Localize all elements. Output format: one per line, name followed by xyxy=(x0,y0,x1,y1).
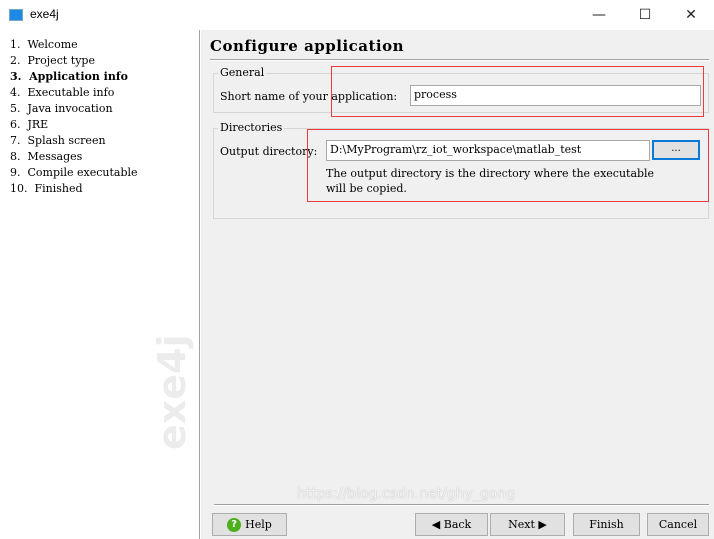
back-label: Back xyxy=(443,518,472,531)
step-jre[interactable]: 6. JRE xyxy=(10,118,48,131)
cancel-button[interactable]: Cancel xyxy=(647,513,709,536)
step-splash-screen[interactable]: 7. Splash screen xyxy=(10,134,106,147)
next-label: Next xyxy=(508,518,535,531)
step-executable-info[interactable]: 4. Executable info xyxy=(10,86,114,99)
page-title: Configure application xyxy=(210,37,405,55)
back-button[interactable]: ◀ Back xyxy=(415,513,488,536)
help-button[interactable]: ? Help xyxy=(212,513,287,536)
next-arrow-icon: ▶ xyxy=(534,518,547,531)
highlight-box-directories xyxy=(307,129,709,202)
next-button[interactable]: Next ▶ xyxy=(490,513,565,536)
title-divider xyxy=(210,59,709,61)
minimize-button[interactable]: — xyxy=(576,0,622,30)
title-bar: exe4j — ☐ ✕ xyxy=(0,0,714,30)
help-icon: ? xyxy=(227,518,242,532)
step-java-invocation[interactable]: 5. Java invocation xyxy=(10,102,113,115)
button-bar-divider xyxy=(214,504,709,506)
finish-button[interactable]: Finish xyxy=(573,513,640,536)
close-button[interactable]: ✕ xyxy=(668,0,714,30)
exe4j-logo: exe4j xyxy=(150,334,194,450)
step-messages[interactable]: 8. Messages xyxy=(10,150,82,163)
main-panel: Configure application General Short name… xyxy=(201,30,714,539)
wizard-steps-sidebar: 1. Welcome 2. Project type 3. Applicatio… xyxy=(0,30,200,539)
app-icon xyxy=(9,9,23,21)
step-compile-executable[interactable]: 9. Compile executable xyxy=(10,166,138,179)
output-directory-label: Output directory: xyxy=(220,145,318,158)
maximize-button[interactable]: ☐ xyxy=(622,0,668,30)
highlight-box-general xyxy=(331,66,704,117)
back-arrow-icon: ◀ xyxy=(431,518,444,531)
step-application-info[interactable]: 3. Application info xyxy=(10,70,128,83)
help-label: Help xyxy=(245,518,272,531)
step-welcome[interactable]: 1. Welcome xyxy=(10,38,78,51)
step-finished[interactable]: 10. Finished xyxy=(10,182,83,195)
general-legend: General xyxy=(218,66,267,79)
window-title: exe4j xyxy=(30,7,59,21)
watermark: https://blog.csdn.net/ghy_gong xyxy=(297,486,516,502)
directories-legend: Directories xyxy=(218,121,285,134)
step-project-type[interactable]: 2. Project type xyxy=(10,54,95,67)
